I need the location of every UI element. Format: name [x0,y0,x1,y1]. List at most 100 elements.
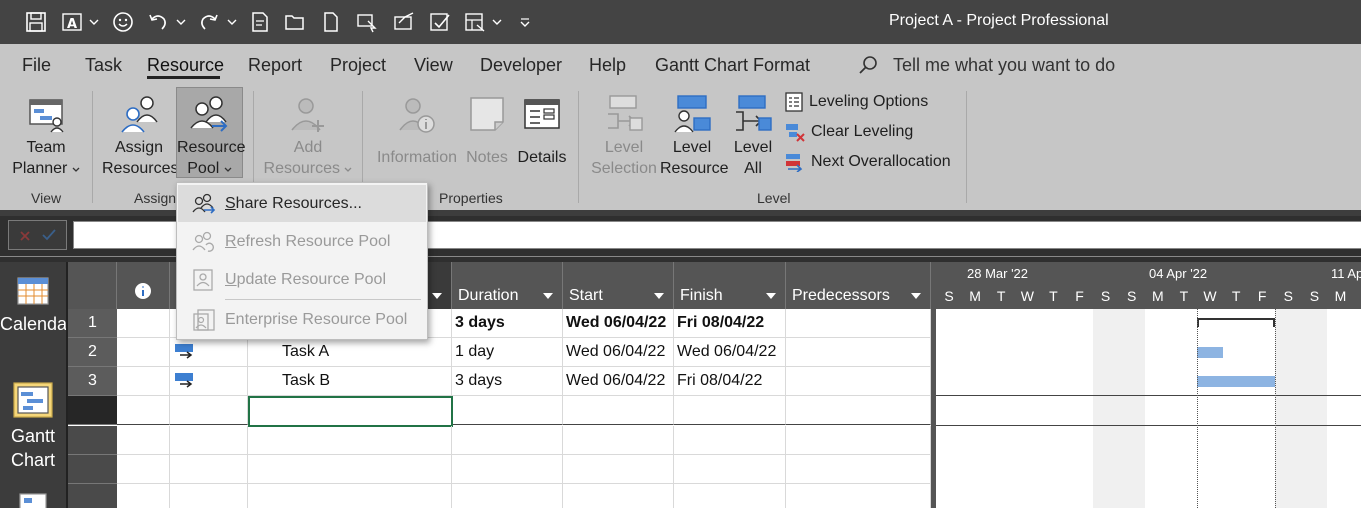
indicator-cell[interactable] [117,396,170,425]
column-filter-icon[interactable] [766,293,776,299]
task-bar[interactable] [1197,376,1276,387]
duration-cell[interactable] [453,396,563,425]
search-icon[interactable] [857,54,879,76]
customize-icon[interactable] [520,12,530,32]
duration-column-header[interactable]: Duration [452,262,563,309]
start-cell[interactable]: Wed 06/04/22 [563,367,674,396]
column-filter-icon[interactable] [543,293,553,299]
tab-project[interactable]: Project [330,55,386,76]
update-resource-pool-menu-item[interactable]: Update Resource Pool [178,261,426,298]
tab-developer[interactable]: Developer [480,55,562,76]
empty-cell[interactable] [248,484,452,508]
empty-cell[interactable] [452,455,563,484]
task-name-cell[interactable]: Task B [248,367,452,396]
finish-cell[interactable] [674,396,786,425]
undo-icon[interactable] [146,10,170,34]
open-icon[interactable] [283,10,307,34]
next-overallocation-button[interactable]: Next Overallocation [785,150,951,174]
resource-pool-button[interactable]: Resource Pool [176,87,245,178]
indicator-cell[interactable] [117,338,170,367]
task-name-cell-selected[interactable] [248,396,453,427]
row-header[interactable] [68,396,117,425]
empty-cell[interactable] [786,455,931,484]
finish-cell[interactable]: Fri 08/04/22 [674,309,786,338]
chevron-down-icon[interactable] [227,12,237,32]
predecessors-column-header[interactable]: Predecessors [786,262,931,309]
refresh-resource-pool-menu-item[interactable]: Refresh Resource Pool [178,223,426,260]
predecessors-cell[interactable] [786,396,931,425]
tab-task[interactable]: Task [85,55,122,76]
cancel-entry-icon[interactable] [19,230,31,242]
tab-resource[interactable]: Resource [147,55,224,76]
empty-cell[interactable] [563,455,674,484]
assign-resources-button[interactable]: Assign Resources [102,94,178,179]
finish-column-header[interactable]: Finish [674,262,786,309]
clear-leveling-button[interactable]: Clear Leveling [785,120,913,144]
row-header[interactable] [68,426,117,455]
task-name-cell[interactable]: Task A [248,338,452,367]
empty-cell[interactable] [674,455,786,484]
redo-icon[interactable] [197,10,221,34]
empty-cell[interactable] [674,426,786,455]
row-header[interactable] [68,455,117,484]
mark-icon[interactable] [428,10,452,34]
duration-cell[interactable]: 3 days [452,367,563,396]
row-header[interactable]: 3 [68,367,117,396]
chevron-down-icon[interactable] [492,12,502,32]
start-column-header[interactable]: Start [563,262,674,309]
empty-cell[interactable] [248,426,452,455]
start-cell[interactable]: Wed 06/04/22 [563,338,674,367]
select-all-corner[interactable] [68,262,117,309]
empty-cell[interactable] [452,426,563,455]
predecessors-cell[interactable] [786,367,931,396]
send-icon[interactable] [392,10,416,34]
start-cell[interactable] [563,396,674,425]
level-selection-button[interactable]: Level Selection [588,94,660,179]
row-header[interactable] [68,484,117,508]
empty-cell[interactable] [117,455,170,484]
new-icon[interactable] [319,10,343,34]
empty-cell[interactable] [452,484,563,508]
calendar-view-button[interactable]: Calendar [0,276,66,336]
tab-help[interactable]: Help [589,55,626,76]
indicators-column-header[interactable] [117,262,170,309]
row-header[interactable]: 1 [68,309,117,338]
column-filter-icon[interactable] [432,293,442,299]
tab-report[interactable]: Report [248,55,302,76]
level-resource-button[interactable]: Level Resource [660,94,728,179]
column-filter-icon[interactable] [654,293,664,299]
confirm-entry-icon[interactable] [42,229,56,241]
finish-cell[interactable]: Fri 08/04/22 [674,367,786,396]
row-header[interactable]: 2 [68,338,117,367]
empty-cell[interactable] [674,484,786,508]
task-mode-cell[interactable] [170,338,248,367]
task-mode-cell[interactable] [170,367,248,396]
tell-me-search[interactable]: Tell me what you want to do [893,55,1115,76]
tab-view[interactable]: View [414,55,453,76]
tab-file[interactable]: File [22,55,51,76]
enterprise-resource-pool-menu-item[interactable]: Enterprise Resource Pool [178,301,426,338]
details-button[interactable]: Details [514,94,570,179]
level-all-button[interactable]: Level All [728,94,778,179]
empty-cell[interactable] [248,455,452,484]
predecessors-cell[interactable] [786,309,931,338]
empty-cell[interactable] [786,484,931,508]
empty-cell[interactable] [117,484,170,508]
network-diagram-view-button[interactable] [0,490,66,508]
leveling-options-button[interactable]: Leveling Options [785,90,928,114]
empty-cell[interactable] [170,455,248,484]
indicator-cell[interactable] [117,367,170,396]
text-icon[interactable]: A [60,10,84,34]
empty-cell[interactable] [117,426,170,455]
duration-cell[interactable]: 3 days [452,309,563,338]
predecessors-cell[interactable] [786,338,931,367]
start-cell[interactable]: Wed 06/04/22 [563,309,674,338]
column-filter-icon[interactable] [911,293,921,299]
task-mode-cell[interactable] [170,396,248,425]
select-icon[interactable] [355,10,379,34]
smiley-icon[interactable] [111,10,135,34]
table-icon[interactable] [463,10,487,34]
empty-cell[interactable] [170,484,248,508]
indicator-cell[interactable] [117,309,170,338]
chevron-down-icon[interactable] [89,12,99,32]
